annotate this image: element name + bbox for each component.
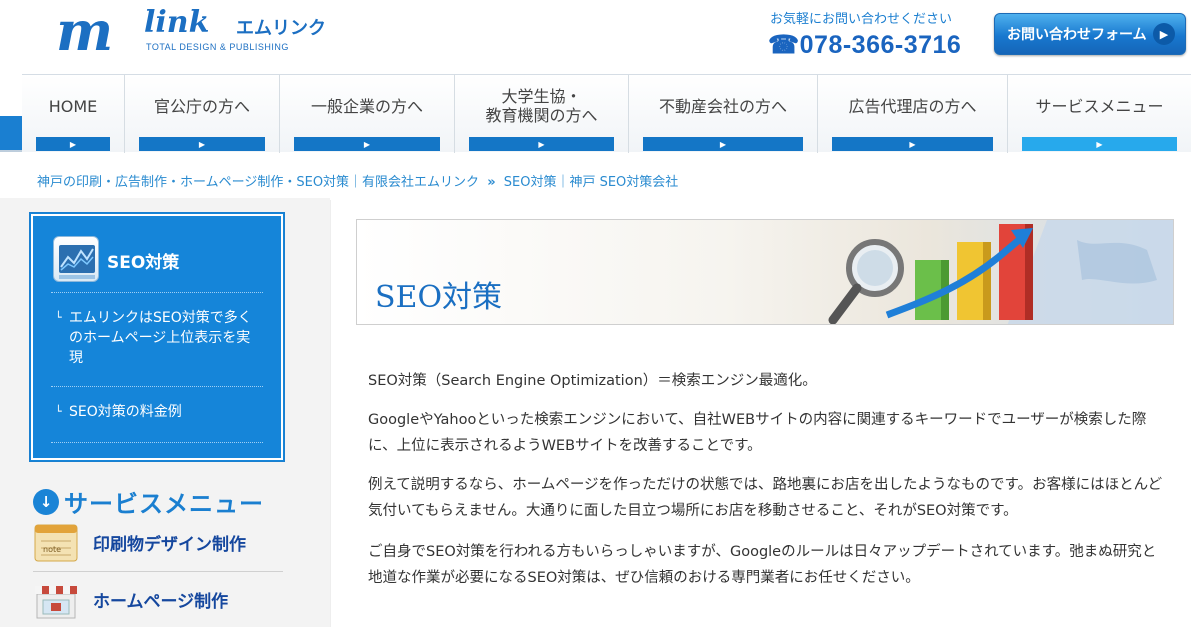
service-item-print-design[interactable]: note 印刷物デザイン制作 [33, 516, 283, 568]
nav-label: サービスメニュー [1035, 96, 1164, 116]
nav-item-home[interactable]: HOME ▶ [22, 75, 125, 153]
chart-icon [53, 236, 99, 282]
sidebar-link-label: SEO対策の料金例 [69, 404, 182, 420]
recommendation-paragraph: ご自身でSEO対策を行われる方もいらっしゃいますが、Googleのルールは日々ア… [368, 544, 1157, 586]
breadcrumb-separator-icon: » [487, 175, 496, 190]
analogy-paragraph: 例えて説明するなら、ホームページを作っただけの状態では、路地裏にお店を出したよう… [368, 477, 1163, 519]
sidebar-link-seo-pricing[interactable]: └ SEO対策の料金例 [55, 402, 265, 422]
nav-label: 一般企業の方へ [310, 96, 423, 116]
divider [51, 442, 263, 443]
page-title: SEO対策 [375, 280, 503, 315]
divider [51, 292, 263, 293]
corner-icon: └ [55, 405, 62, 418]
logo-mark: m [56, 0, 113, 63]
nav-item-companies[interactable]: 一般企業の方へ ▶ [280, 75, 455, 153]
nav-arrow-icon: ▶ [469, 137, 614, 151]
service-item-web-design[interactable]: ホームページ制作 [33, 573, 283, 625]
contact-form-label: お問い合わせフォーム [1007, 27, 1147, 43]
hero-banner: SEO対策 [356, 219, 1174, 325]
nav-arrow-icon: ▶ [1022, 137, 1177, 151]
page: m link エムリンク TOTAL DESIGN & PUBLISHING お… [0, 0, 1191, 627]
note-pad-icon: note [33, 521, 79, 563]
nav-label: 官公庁の方へ [153, 96, 250, 116]
nav-arrow-icon: ▶ [294, 137, 440, 151]
storefront-icon [33, 578, 79, 620]
logo-kana: エムリンク [236, 18, 326, 38]
sidebar-seo-box: SEO対策 └ エムリンクはSEO対策で多くのホームページ上位表示を実現 └ SEO… [30, 213, 284, 461]
nav-label: HOME [48, 96, 98, 116]
service-menu-heading: ↓ サービスメニュー [33, 484, 264, 519]
contact-form-button[interactable]: お問い合わせフォーム ▶ [994, 13, 1186, 55]
nav-item-government[interactable]: 官公庁の方へ ▶ [125, 75, 280, 153]
logo-wordmark: link [144, 5, 210, 40]
service-menu-title: サービスメニュー [64, 490, 264, 518]
nav-arrow-icon: ▶ [643, 137, 803, 151]
sidebar-link-label: エムリンクはSEO対策で多くのホームページ上位表示を実現 [69, 310, 252, 366]
logo-tagline: TOTAL DESIGN & PUBLISHING [146, 42, 289, 52]
intro-paragraph: SEO対策（Search Engine Optimization）＝検索エンジン… [368, 373, 817, 389]
nav-accent [0, 116, 22, 150]
download-arrow-icon: ↓ [33, 488, 59, 515]
note-icon-text: note [43, 545, 61, 554]
nav-arrow-icon: ▶ [36, 137, 110, 151]
phone-number[interactable]: ☎078-366-3716 [768, 30, 961, 60]
definition-paragraph: GoogleやYahooといった検索エンジンにおいて、自社WEBサイトの内容に関… [368, 412, 1147, 454]
nav-item-service-menu[interactable]: サービスメニュー ▶ [1008, 75, 1191, 153]
divider [51, 386, 263, 387]
sidebar-title: SEO対策 [107, 253, 180, 273]
nav-item-universities[interactable]: 大学生協・ 教育機関の方へ ▶ [455, 75, 629, 153]
breadcrumb: 神戸の印刷・広告制作・ホームページ制作・SEO対策｜有限会社エムリンク » SE… [37, 171, 678, 190]
divider [33, 571, 283, 572]
main-nav: HOME ▶ 官公庁の方へ ▶ 一般企業の方へ ▶ 大学生協・ 教育機関の方へ … [22, 74, 1191, 153]
sidebar-link-seo-results[interactable]: └ エムリンクはSEO対策で多くのホームページ上位表示を実現 [55, 308, 265, 368]
nav-label: 大学生協・ 教育機関の方へ [485, 87, 598, 125]
nav-arrow-icon: ▶ [139, 137, 265, 151]
nav-arrow-icon: ▶ [832, 137, 993, 151]
corner-icon: └ [55, 311, 62, 324]
nav-label: 不動産会社の方へ [658, 96, 787, 116]
contact-lead: お気軽にお問い合わせください [770, 12, 953, 27]
breadcrumb-home-link[interactable]: 神戸の印刷・広告制作・ホームページ制作・SEO対策｜有限会社エムリンク [37, 175, 479, 190]
nav-item-ad-agencies[interactable]: 広告代理店の方へ ▶ [818, 75, 1008, 153]
logo[interactable]: m link エムリンク TOTAL DESIGN & PUBLISHING [56, 4, 356, 60]
nav-label: 広告代理店の方へ [848, 96, 977, 116]
nav-item-real-estate[interactable]: 不動産会社の方へ ▶ [629, 75, 818, 153]
arrow-right-icon: ▶ [1153, 23, 1175, 45]
breadcrumb-current: SEO対策｜神戸 SEO対策会社 [503, 175, 679, 190]
service-item-label: 印刷物デザイン制作 [93, 534, 246, 555]
service-item-label: ホームページ制作 [93, 591, 229, 612]
seo-chart-illustration [828, 220, 1173, 324]
